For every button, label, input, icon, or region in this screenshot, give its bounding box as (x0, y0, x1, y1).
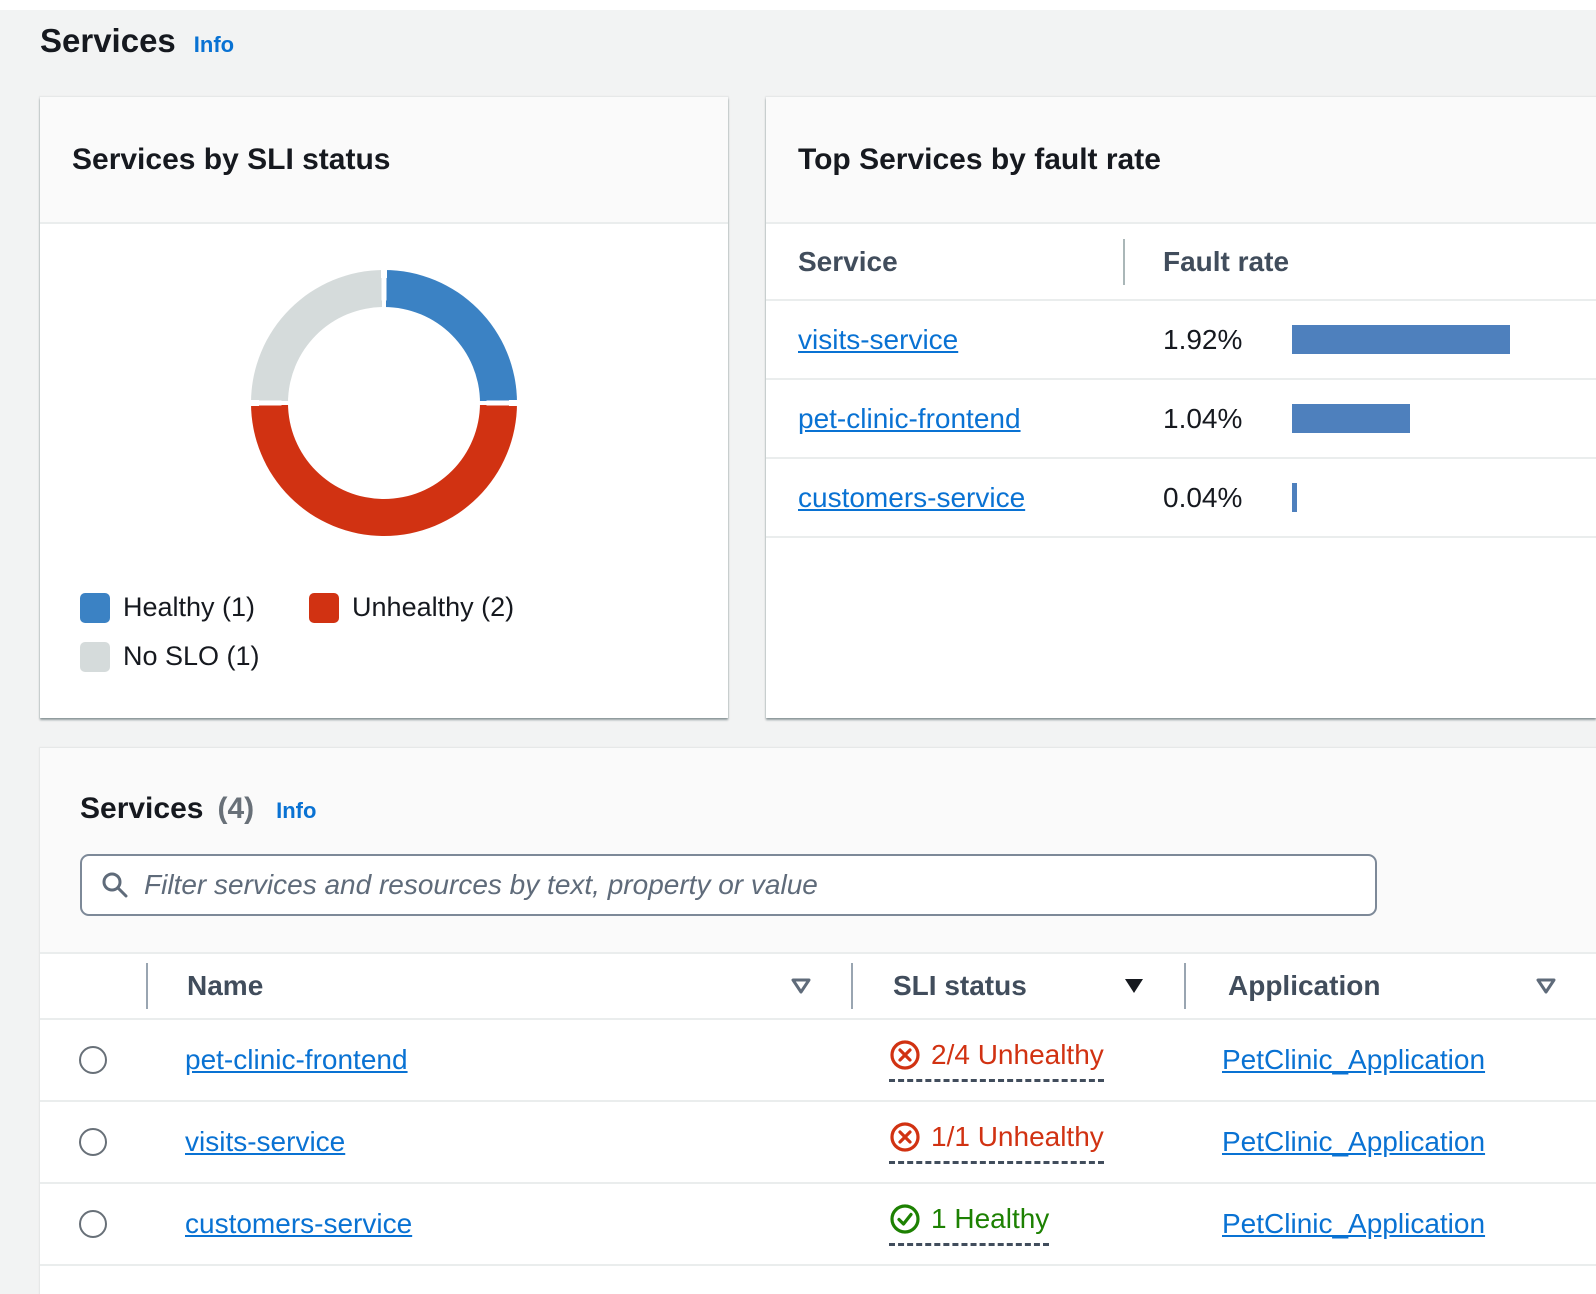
sli-column-label: SLI status (853, 970, 1027, 1002)
sli-card-title: Services by SLI status (72, 143, 391, 177)
services-info-link[interactable]: Info (276, 798, 316, 824)
fault-col-rate: Fault rate (1163, 246, 1289, 277)
service-link[interactable]: customers-service (798, 482, 1025, 513)
fault-row: pet-clinic-frontend 1.04% (766, 380, 1596, 459)
top-nav-edge (0, 0, 1596, 10)
sli-status-text: 1/1 Unhealthy (931, 1121, 1104, 1153)
sli-status-badge: 1/1 Unhealthy (889, 1121, 1104, 1164)
sort-icon-outline[interactable] (1534, 976, 1558, 996)
sli-donut-wrap (40, 270, 728, 536)
table-row: customers-service 1 Healthy PetClinic_Ap… (40, 1184, 1596, 1266)
sli-status-badge: 2/4 Unhealthy (889, 1039, 1104, 1082)
page-title: Services (40, 22, 176, 60)
fault-row: visits-service 1.92% (766, 301, 1596, 380)
page-header: Services Info (0, 10, 1596, 68)
fault-rate-value: 1.04% (1123, 403, 1292, 435)
unhealthy-swatch-icon (309, 593, 339, 623)
sli-status-card: Services by SLI status Healthy (1) Unhea… (40, 97, 728, 718)
filter-box[interactable] (80, 854, 1377, 916)
row-select-radio[interactable] (79, 1210, 107, 1238)
fault-rate-bar (1292, 483, 1297, 512)
table-row: pet-clinic-frontend 2/4 Unhealthy PetCli… (40, 1020, 1596, 1102)
service-link[interactable]: pet-clinic-frontend (798, 403, 1021, 434)
search-icon (100, 870, 130, 900)
services-table-header-zone: Services (4) Info (40, 748, 1596, 954)
legend-label: Unhealthy (2) (352, 592, 514, 623)
fault-rate-bar (1292, 325, 1510, 354)
fault-rate-card: Top Services by fault rate Service Fault… (766, 97, 1596, 718)
legend-label: Healthy (1) (123, 592, 255, 623)
row-select-radio[interactable] (79, 1046, 107, 1074)
fault-row: customers-service 0.04% (766, 459, 1596, 538)
sli-status-text: 2/4 Unhealthy (931, 1039, 1104, 1071)
services-count: (4) (217, 792, 254, 826)
service-name-link[interactable]: customers-service (185, 1208, 412, 1239)
name-column-label: Name (148, 970, 263, 1002)
fault-col-service: Service (798, 246, 898, 277)
legend-item-healthy[interactable]: Healthy (1) (80, 592, 255, 623)
name-column-header[interactable]: Name (148, 970, 851, 1002)
healthy-check-icon (889, 1203, 921, 1235)
services-table-title: Services (80, 792, 203, 826)
sli-legend: Healthy (1) Unhealthy (2) No SLO (1) (80, 592, 620, 672)
fault-rate-value: 1.92% (1123, 324, 1292, 356)
application-link[interactable]: PetClinic_Application (1222, 1208, 1485, 1239)
legend-item-unhealthy[interactable]: Unhealthy (2) (309, 592, 514, 623)
sli-card-header: Services by SLI status (40, 97, 728, 224)
sli-column-header[interactable]: SLI status (853, 970, 1184, 1002)
unhealthy-x-icon (889, 1121, 921, 1153)
no-slo-swatch-icon (80, 642, 110, 672)
services-grid-header: Name SLI status Application (40, 954, 1596, 1020)
page-info-link[interactable]: Info (194, 32, 234, 58)
fault-rate-bar (1292, 404, 1410, 433)
application-link[interactable]: PetClinic_Application (1222, 1126, 1485, 1157)
healthy-swatch-icon (80, 593, 110, 623)
service-name-link[interactable]: pet-clinic-frontend (185, 1044, 408, 1075)
fault-card-header: Top Services by fault rate (766, 97, 1596, 224)
sli-status-text: 1 Healthy (931, 1203, 1049, 1235)
services-table-card: Services (4) Info Name SLI status (40, 748, 1596, 1294)
legend-item-no-slo[interactable]: No SLO (1) (80, 641, 260, 672)
fault-card-title: Top Services by fault rate (798, 143, 1161, 177)
application-column-header[interactable]: Application (1186, 970, 1596, 1002)
fault-rate-value: 0.04% (1123, 482, 1292, 514)
sli-status-badge: 1 Healthy (889, 1203, 1049, 1246)
sort-icon-descending[interactable] (1122, 976, 1146, 996)
row-select-radio[interactable] (79, 1128, 107, 1156)
sli-donut-chart[interactable] (251, 270, 517, 536)
service-link[interactable]: visits-service (798, 324, 958, 355)
fault-table-header: Service Fault rate (766, 224, 1596, 301)
service-name-link[interactable]: visits-service (185, 1126, 345, 1157)
summary-cards-row: Services by SLI status Healthy (1) Unhea… (0, 97, 1596, 718)
table-row: visits-service 1/1 Unhealthy PetClinic_A… (40, 1102, 1596, 1184)
legend-label: No SLO (1) (123, 641, 260, 672)
unhealthy-x-icon (889, 1039, 921, 1071)
sort-icon-outline[interactable] (789, 976, 813, 996)
filter-services-input[interactable] (144, 856, 1357, 914)
application-column-label: Application (1186, 970, 1380, 1002)
application-link[interactable]: PetClinic_Application (1222, 1044, 1485, 1075)
